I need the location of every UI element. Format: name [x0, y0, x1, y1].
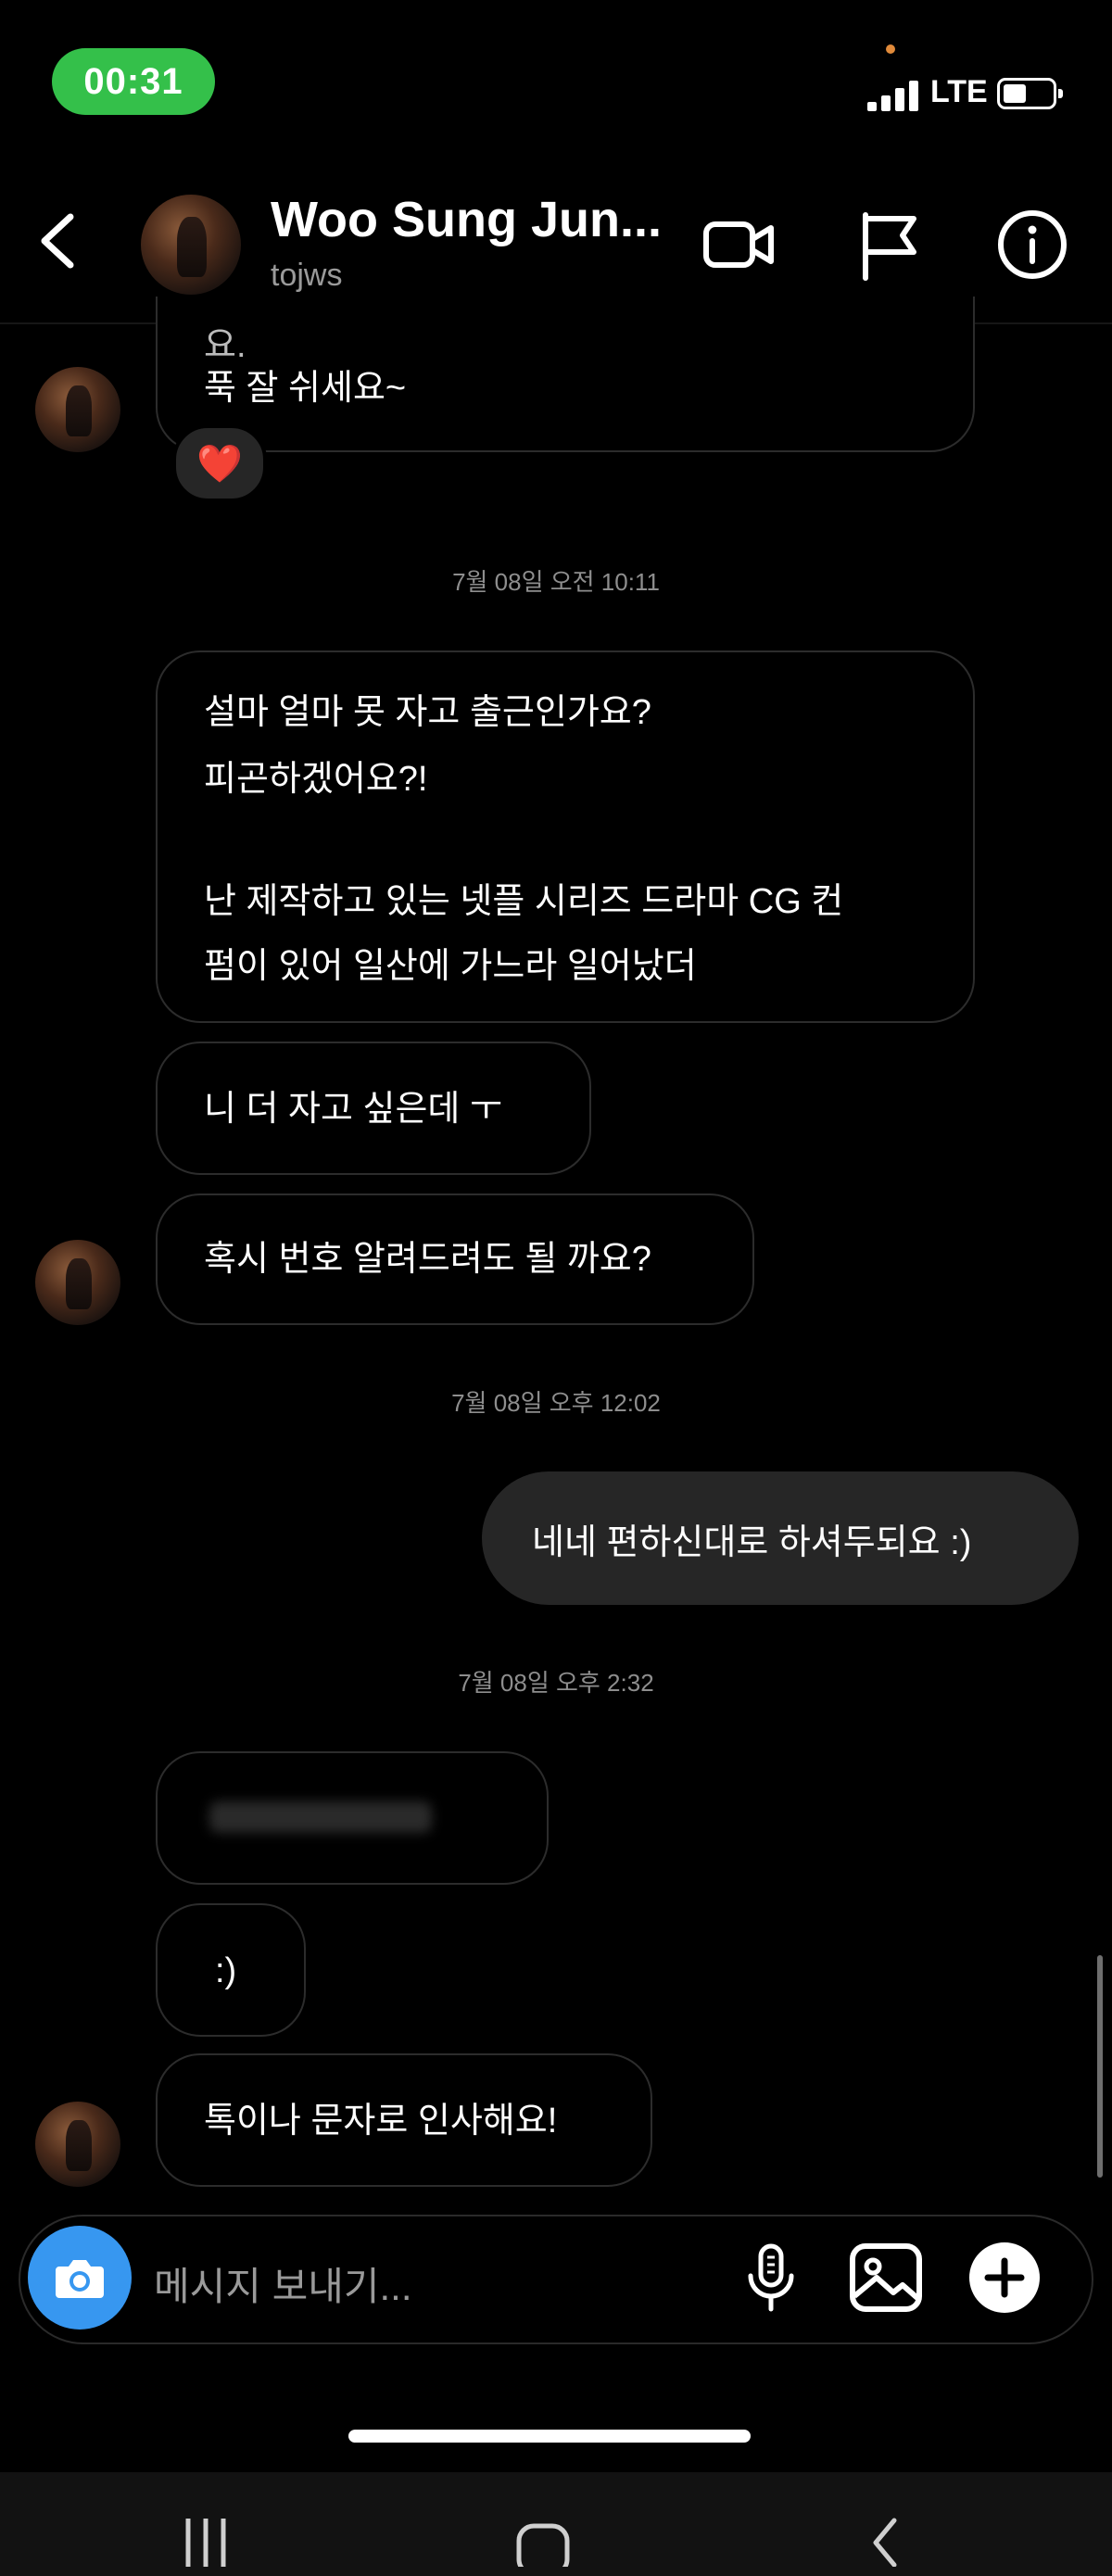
video-call-button[interactable]: [701, 206, 778, 284]
message-text-line: 피곤하겠어요?!: [204, 760, 428, 799]
message-text-line: 난 제작하고 있는 넷플 시리즈 드라마 CG 컨: [204, 882, 844, 921]
home-button[interactable]: [499, 2502, 588, 2576]
message-text-line: 설마 얼마 못 자고 출근인가요?: [204, 693, 651, 732]
contact-username: tojws: [271, 258, 343, 293]
message-timestamp: 7월 08일 오후 12:02: [451, 1389, 661, 1417]
message-text: :): [215, 1951, 237, 1990]
back-icon: [873, 2518, 897, 2567]
voice-message-button[interactable]: [727, 2233, 815, 2322]
video-call-icon: [703, 221, 774, 268]
message-bubble-incoming[interactable]: 설마 얼마 못 자고 출근인가요? 피곤하겠어요?! 난 제작하고 있는 넷플 …: [156, 650, 975, 1023]
message-bubble-incoming[interactable]: 혹시 번호 알려드려도 될 까요?: [156, 1193, 754, 1325]
signal-strength-icon: [867, 78, 923, 111]
message-bubble-incoming-blurred[interactable]: [156, 1751, 549, 1885]
info-icon: [998, 210, 1067, 279]
message-text: 푹 잘 쉬세요~: [204, 369, 407, 408]
recent-apps-button[interactable]: [161, 2502, 250, 2576]
contact-name[interactable]: Woo Sung Jun...: [271, 191, 662, 248]
sender-avatar[interactable]: [35, 367, 120, 452]
message-timestamp: 7월 08일 오전 10:11: [452, 568, 660, 596]
message-text: 니 더 자고 싶은데 ㅜ: [204, 1090, 502, 1129]
message-bubble-incoming[interactable]: 톡이나 문자로 인사해요!: [156, 2053, 652, 2187]
home-indicator[interactable]: [348, 2430, 751, 2443]
network-type: LTE: [930, 74, 988, 109]
chevron-left-icon: [41, 213, 74, 269]
heart-icon: ❤️: [196, 443, 243, 485]
contact-avatar[interactable]: [141, 195, 241, 295]
recent-apps-icon: [185, 2519, 226, 2567]
message-timestamp: 7월 08일 오후 2:32: [458, 1669, 654, 1697]
message-text: 톡이나 문자로 인사해요!: [204, 2102, 558, 2140]
battery-icon: [997, 78, 1063, 109]
back-button[interactable]: [26, 202, 93, 280]
sender-avatar[interactable]: [35, 2102, 120, 2187]
sender-avatar[interactable]: [35, 1240, 120, 1325]
info-button[interactable]: [993, 206, 1071, 284]
camera-icon: [56, 2260, 104, 2298]
message-text: 네네 편하신대로 하셔두되요 :): [532, 1522, 972, 1562]
report-button[interactable]: [851, 206, 929, 284]
system-back-button[interactable]: [840, 2502, 929, 2576]
message-bubble-incoming[interactable]: :): [156, 1903, 306, 2037]
camera-button[interactable]: [28, 2226, 132, 2330]
home-icon: [516, 2523, 570, 2567]
conversation-scrollbar[interactable]: [1097, 1955, 1103, 2178]
plus-icon: [969, 2242, 1040, 2313]
flag-icon: [863, 212, 916, 281]
gallery-button[interactable]: [841, 2233, 930, 2322]
status-time: 00:31: [52, 48, 215, 115]
blurred-message-content: [209, 1801, 432, 1833]
message-bubble-incoming[interactable]: 니 더 자고 싶은데 ㅜ: [156, 1042, 591, 1175]
message-text-line: 펌이 있어 일산에 가느라 일어났더: [204, 947, 697, 986]
gallery-icon: [850, 2243, 922, 2312]
privacy-indicator-dot: [886, 44, 895, 54]
message-text: 혹시 번호 알려드려도 될 까요?: [204, 1240, 651, 1279]
reaction-badge[interactable]: ❤️: [172, 424, 267, 502]
message-bubble-incoming[interactable]: 요. 푹 잘 쉬세요~: [156, 297, 975, 452]
message-input[interactable]: 메시지 보내기...: [154, 2255, 412, 2312]
microphone-icon: [748, 2243, 794, 2312]
more-options-button[interactable]: [960, 2233, 1049, 2322]
message-bubble-outgoing[interactable]: 네네 편하신대로 하셔두되요 :): [482, 1471, 1079, 1605]
